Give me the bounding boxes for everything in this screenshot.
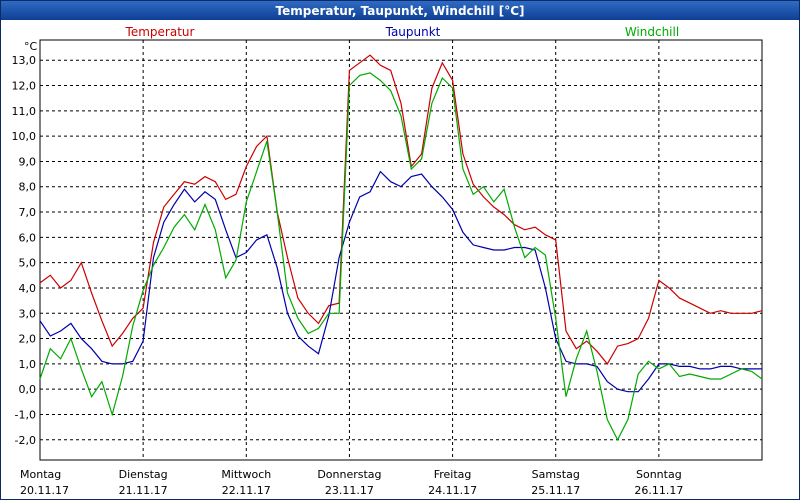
x-tick-day: Montag — [20, 468, 61, 481]
x-tick-day: Donnerstag — [317, 468, 381, 481]
chart-canvas: -2,0 -1,0 0,0 1,0 2,0 3,0 4,0 5,0 6,0 7,0 8,0 9,0 10… — [12, 25, 763, 497]
legend-item-windchill: Windchill — [625, 25, 679, 39]
y-tick-label: 2,0 — [19, 333, 37, 346]
x-tick-date: 25.11.17 — [531, 484, 580, 497]
y-tick-label: 13,0 — [12, 54, 37, 67]
y-axis-unit: °C — [24, 40, 38, 53]
x-tick-date: 20.11.17 — [20, 484, 69, 497]
x-tick-day: Mittwoch — [221, 468, 271, 481]
legend-item-temperatur: Temperatur — [125, 25, 195, 39]
y-tick-label: 4,0 — [19, 282, 37, 295]
y-tick-label: -2,0 — [15, 434, 36, 447]
y-tick-label: 12,0 — [12, 80, 37, 93]
y-tick-labels: -2,0 -1,0 0,0 1,0 2,0 3,0 4,0 5,0 6,0 7,0 8,0 9,0 10… — [12, 54, 37, 447]
y-tick-label: 5,0 — [19, 257, 37, 270]
y-tick-label: 7,0 — [19, 206, 37, 219]
y-tick-label: 0,0 — [19, 383, 37, 396]
y-tick-label: 3,0 — [19, 307, 37, 320]
y-tick-label: 9,0 — [19, 155, 37, 168]
x-tick-date: 26.11.17 — [634, 484, 683, 497]
y-tick-label: 11,0 — [12, 105, 37, 118]
x-tick-date: 22.11.17 — [222, 484, 271, 497]
y-tick-label: 10,0 — [12, 130, 37, 143]
y-tick-label: 8,0 — [19, 181, 37, 194]
legend-item-taupunkt: Taupunkt — [385, 25, 441, 39]
x-tick-date: 21.11.17 — [119, 484, 168, 497]
x-tick-day: Freitag — [434, 468, 472, 481]
x-tick-day: Dienstag — [119, 468, 168, 481]
x-tick-day: Sonntag — [636, 468, 682, 481]
y-tick-label: 6,0 — [19, 231, 37, 244]
legend: Temperatur Taupunkt Windchill — [125, 25, 680, 39]
x-tick-labels: Montag 20.11.17 Dienstag 21.11.17 Mittwoch 22… — [20, 468, 683, 497]
x-tick-date: 23.11.17 — [325, 484, 374, 497]
y-tick-label: 1,0 — [19, 358, 37, 371]
y-tick-label: -1,0 — [15, 408, 36, 421]
x-tick-date: 24.11.17 — [428, 484, 477, 497]
x-tick-day: Samstag — [532, 468, 580, 481]
